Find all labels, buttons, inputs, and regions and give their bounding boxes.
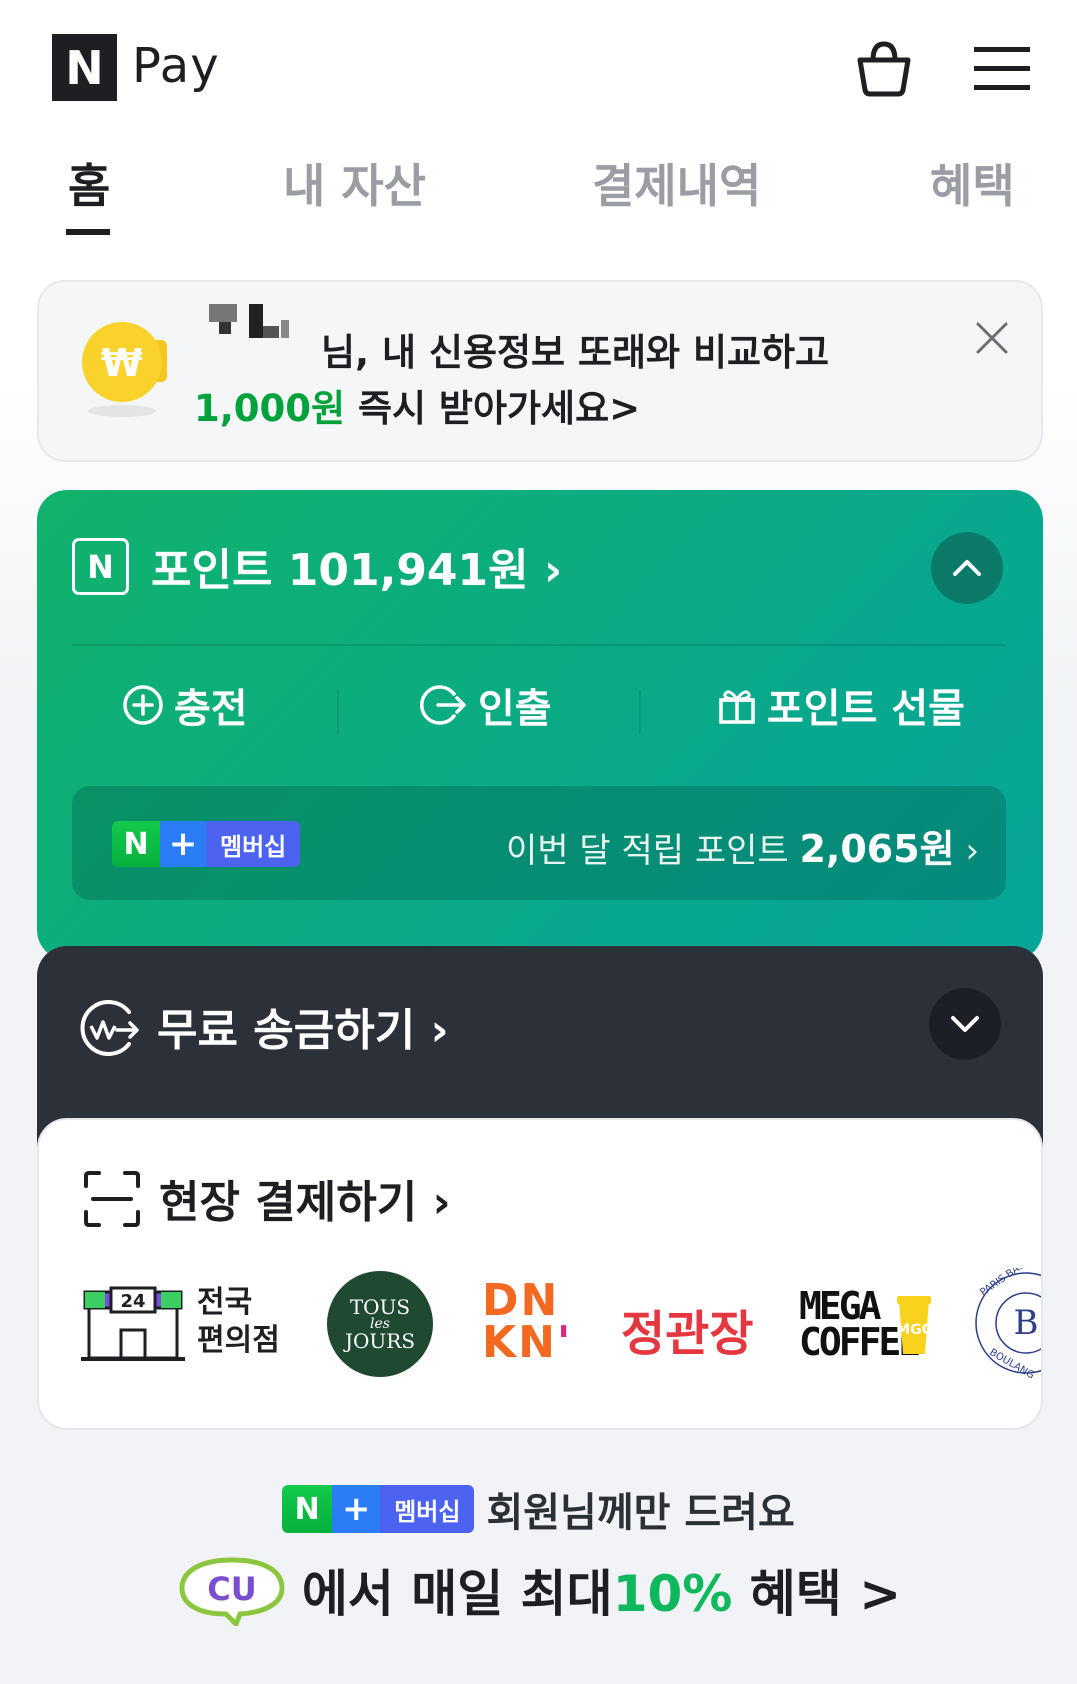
- scan-icon: [84, 1171, 140, 1227]
- jeonggwanjang-logo[interactable]: 정관장: [621, 1294, 753, 1364]
- chevron-right-icon: >: [859, 1565, 902, 1623]
- masked-username: [209, 304, 313, 340]
- withdraw-arrow-icon: [420, 685, 466, 725]
- expand-button[interactable]: [929, 988, 1001, 1060]
- point-balance-link[interactable]: 포인트 101,941원 ›: [151, 534, 562, 598]
- charge-button[interactable]: 충전: [122, 670, 248, 740]
- chevron-down-icon: [951, 1016, 979, 1032]
- point-balance: 포인트 101,941원: [151, 545, 529, 596]
- store-label-line2: 편의점: [197, 1323, 280, 1358]
- plus-circle-icon: [123, 685, 163, 725]
- tab-home[interactable]: 홈: [68, 150, 110, 216]
- card-divider: [72, 644, 1006, 646]
- paris-baguette-logo[interactable]: B PARIS BAG BOULANG: [971, 1268, 1043, 1378]
- action-separator: [337, 690, 339, 734]
- dunkin-logo[interactable]: DN KN': [482, 1275, 572, 1365]
- naver-n-logo[interactable]: N: [52, 34, 117, 101]
- banner-line-2-text: 즉시 받아가세요: [345, 387, 610, 430]
- main-tabs: 홈 내 자산 결제내역 혜택: [0, 140, 1077, 240]
- tlj-line1: TOUS: [349, 1295, 411, 1319]
- cu-label: CU: [207, 1570, 256, 1608]
- tab-benefits[interactable]: 혜택: [930, 150, 1015, 216]
- badge-n: N: [112, 821, 160, 867]
- cu-promo-line[interactable]: CU 에서 매일 최대10% 혜택 >: [0, 1554, 1077, 1630]
- chevron-right-icon: ›: [543, 545, 563, 596]
- badge-text: 멤버십: [380, 1485, 475, 1533]
- point-actions: 충전 인출 포인트 선물: [37, 670, 1043, 740]
- badge-text: 멤버십: [206, 821, 301, 867]
- store-label-line1: 전국: [197, 1285, 253, 1320]
- app-header: N Pay: [0, 0, 1077, 135]
- reward-amount: 1,000원: [194, 387, 346, 430]
- dunkin-line1: DN: [482, 1275, 560, 1326]
- chevron-right-icon: ›: [432, 1177, 451, 1228]
- chevron-right-icon: ›: [430, 1005, 449, 1056]
- promo-line1: 회원님께만 드려요: [486, 1490, 795, 1536]
- withdraw-label: 인출: [478, 686, 552, 732]
- point-gift-button[interactable]: 포인트 선물: [717, 670, 965, 740]
- tab-payment-history[interactable]: 결제내역: [592, 150, 761, 216]
- close-icon[interactable]: [974, 320, 1010, 356]
- dunkin-line2: KN: [482, 1317, 557, 1368]
- banner-chevron-icon: >: [609, 387, 641, 430]
- hamburger-menu-icon[interactable]: [974, 44, 1030, 92]
- banner-line-1: 님, 내 신용정보 또래와 비교하고: [321, 331, 830, 374]
- store-badge-text: 24: [120, 1291, 145, 1312]
- membership-promo-line[interactable]: N + 멤버십 회원님께만 드려요: [0, 1480, 1077, 1538]
- promo-highlight: 10%: [612, 1565, 733, 1623]
- mega-cup-icon: MGC: [896, 1296, 932, 1354]
- charge-label: 충전: [174, 686, 248, 732]
- n-point-letter: N: [87, 547, 114, 586]
- cu-logo: CU: [179, 1557, 285, 1626]
- naver-point-card: N 포인트 101,941원 › 충전 인출 포인트 선물 N + 멤버십 이번…: [37, 490, 1043, 960]
- banner-line-2: 1,000원 즉시 받아가세요>: [194, 378, 640, 432]
- point-gift-label: 포인트 선물: [767, 686, 965, 732]
- app-title: Pay: [132, 38, 220, 94]
- promo-line2: 에서 매일 최대10% 혜택 >: [302, 1554, 901, 1626]
- convenience-store-icon[interactable]: 24: [81, 1286, 185, 1364]
- onsite-payment-label: 현장 결제하기: [159, 1177, 418, 1228]
- tab-my-assets[interactable]: 내 자산: [283, 150, 426, 216]
- promo-line2-prefix: 에서 매일 최대: [301, 1565, 613, 1623]
- onsite-payment-card: 현장 결제하기 › 24 전국 편의점 TOUS les JOURS DN KN…: [37, 1118, 1043, 1430]
- free-transfer-label: 무료 송금하기: [157, 1005, 416, 1056]
- free-transfer-title: 무료 송금하기 ›: [157, 994, 449, 1058]
- logo-letter: N: [65, 40, 104, 95]
- svg-text:MGC: MGC: [896, 1322, 932, 1338]
- n-point-icon: N: [72, 538, 129, 595]
- withdraw-button[interactable]: 인출: [420, 670, 552, 740]
- active-tab-indicator: [66, 229, 110, 235]
- badge-plus: +: [332, 1485, 381, 1533]
- chevron-up-icon: [953, 560, 981, 576]
- badge-plus: +: [160, 821, 206, 867]
- monthly-points-amount: 2,065원: [799, 827, 955, 871]
- won-transfer-icon: [80, 1000, 139, 1056]
- coin-icon: ₩: [82, 322, 167, 417]
- tous-les-jours-logo[interactable]: TOUS les JOURS: [327, 1271, 433, 1377]
- svg-text:₩: ₩: [101, 341, 143, 385]
- naver-plus-membership-badge: N + 멤버십: [112, 821, 301, 867]
- naver-plus-membership-badge: N + 멤버십: [282, 1485, 475, 1533]
- convenience-store-label[interactable]: 전국 편의점: [197, 1284, 280, 1360]
- monthly-points-text: 이번 달 적립 포인트 2,065원 ›: [506, 818, 979, 873]
- monthly-points-label: 이번 달 적립 포인트: [506, 831, 789, 871]
- action-separator: [639, 690, 641, 734]
- chevron-right-icon: ›: [965, 831, 980, 871]
- svg-text:B: B: [1014, 1303, 1039, 1343]
- credit-info-banner[interactable]: ₩ 님, 내 신용정보 또래와 비교하고 1,000원 즉시 받아가세요>: [37, 280, 1043, 462]
- promo-line2-suffix: 혜택: [732, 1565, 842, 1623]
- collapse-button[interactable]: [931, 532, 1003, 604]
- tlj-line3: JOURS: [344, 1329, 416, 1353]
- gift-icon: [719, 690, 755, 724]
- badge-n: N: [282, 1485, 333, 1533]
- membership-points-row[interactable]: N + 멤버십 이번 달 적립 포인트 2,065원 ›: [72, 786, 1006, 900]
- onsite-payment-link[interactable]: 현장 결제하기 ›: [159, 1166, 451, 1230]
- dunkin-dot: ': [556, 1317, 573, 1368]
- shopping-bag-icon[interactable]: [854, 38, 914, 98]
